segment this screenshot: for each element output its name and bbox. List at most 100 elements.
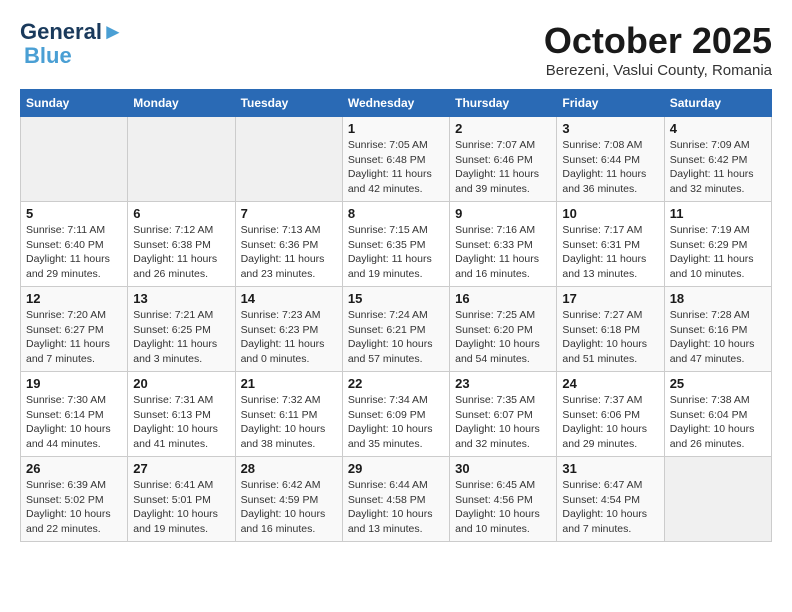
day-info: Sunrise: 7:25 AM Sunset: 6:20 PM Dayligh… [455,308,551,367]
day-info: Sunrise: 7:30 AM Sunset: 6:14 PM Dayligh… [26,393,122,452]
day-number: 4 [670,121,766,136]
logo-subtext: Blue [24,44,124,68]
calendar-cell: 27 Sunrise: 6:41 AM Sunset: 5:01 PM Dayli… [128,457,235,542]
calendar-cell: 21Sunrise: 7:32 AM Sunset: 6:11 PM Dayli… [235,372,342,457]
week-row-4: 19 Sunrise: 7:30 AM Sunset: 6:14 PM Dayli… [21,372,772,457]
weekday-header-row: SundayMondayTuesdayWednesdayThursdayFrid… [21,90,772,117]
day-info: Sunrise: 7:11 AM Sunset: 6:40 PM Dayligh… [26,223,122,282]
day-info: Sunrise: 7:31 AM Sunset: 6:13 PM Dayligh… [133,393,229,452]
calendar-cell: 30Sunrise: 6:45 AM Sunset: 4:56 PM Dayli… [450,457,557,542]
calendar-cell: 24 Sunrise: 7:37 AM Sunset: 6:06 PM Dayli… [557,372,664,457]
day-info: Sunrise: 6:41 AM Sunset: 5:01 PM Dayligh… [133,478,229,537]
calendar-cell: 16 Sunrise: 7:25 AM Sunset: 6:20 PM Dayli… [450,287,557,372]
weekday-header-monday: Monday [128,90,235,117]
day-info: Sunrise: 7:15 AM Sunset: 6:35 PM Dayligh… [348,223,444,282]
day-number: 24 [562,376,658,391]
day-info: Sunrise: 7:08 AM Sunset: 6:44 PM Dayligh… [562,138,658,197]
calendar-table: SundayMondayTuesdayWednesdayThursdayFrid… [20,89,772,542]
day-info: Sunrise: 7:05 AM Sunset: 6:48 PM Dayligh… [348,138,444,197]
calendar-cell: 31Sunrise: 6:47 AM Sunset: 4:54 PM Dayli… [557,457,664,542]
day-info: Sunrise: 7:09 AM Sunset: 6:42 PM Dayligh… [670,138,766,197]
calendar-cell: 9Sunrise: 7:16 AM Sunset: 6:33 PM Daylig… [450,202,557,287]
calendar-cell: 26 Sunrise: 6:39 AM Sunset: 5:02 PM Dayli… [21,457,128,542]
calendar-cell: 15 Sunrise: 7:24 AM Sunset: 6:21 PM Dayli… [342,287,449,372]
day-number: 28 [241,461,337,476]
day-number: 6 [133,206,229,221]
calendar-cell: 10Sunrise: 7:17 AM Sunset: 6:31 PM Dayli… [557,202,664,287]
calendar-cell: 17 Sunrise: 7:27 AM Sunset: 6:18 PM Dayli… [557,287,664,372]
calendar-cell: 1 Sunrise: 7:05 AM Sunset: 6:48 PM Daylig… [342,117,449,202]
day-info: Sunrise: 7:37 AM Sunset: 6:06 PM Dayligh… [562,393,658,452]
day-info: Sunrise: 6:39 AM Sunset: 5:02 PM Dayligh… [26,478,122,537]
day-number: 31 [562,461,658,476]
day-info: Sunrise: 7:12 AM Sunset: 6:38 PM Dayligh… [133,223,229,282]
day-number: 3 [562,121,658,136]
day-number: 2 [455,121,551,136]
day-info: Sunrise: 7:34 AM Sunset: 6:09 PM Dayligh… [348,393,444,452]
calendar-cell: 5 Sunrise: 7:11 AM Sunset: 6:40 PM Daylig… [21,202,128,287]
day-info: Sunrise: 7:24 AM Sunset: 6:21 PM Dayligh… [348,308,444,367]
weekday-header-friday: Friday [557,90,664,117]
day-info: Sunrise: 6:44 AM Sunset: 4:58 PM Dayligh… [348,478,444,537]
day-info: Sunrise: 7:27 AM Sunset: 6:18 PM Dayligh… [562,308,658,367]
weekday-header-thursday: Thursday [450,90,557,117]
day-number: 13 [133,291,229,306]
day-info: Sunrise: 6:45 AM Sunset: 4:56 PM Dayligh… [455,478,551,537]
week-row-5: 26 Sunrise: 6:39 AM Sunset: 5:02 PM Dayli… [21,457,772,542]
calendar-cell: 19 Sunrise: 7:30 AM Sunset: 6:14 PM Dayli… [21,372,128,457]
page-header: General► Blue October 2025 Berezeni, Vas… [20,20,772,79]
calendar-cell [128,117,235,202]
day-info: Sunrise: 7:17 AM Sunset: 6:31 PM Dayligh… [562,223,658,282]
day-number: 26 [26,461,122,476]
week-row-1: 1 Sunrise: 7:05 AM Sunset: 6:48 PM Daylig… [21,117,772,202]
calendar-cell: 7Sunrise: 7:13 AM Sunset: 6:36 PM Daylig… [235,202,342,287]
calendar-cell: 4 Sunrise: 7:09 AM Sunset: 6:42 PM Daylig… [664,117,771,202]
calendar-cell: 11Sunrise: 7:19 AM Sunset: 6:29 PM Dayli… [664,202,771,287]
day-info: Sunrise: 7:19 AM Sunset: 6:29 PM Dayligh… [670,223,766,282]
day-number: 5 [26,206,122,221]
calendar-cell: 28 Sunrise: 6:42 AM Sunset: 4:59 PM Dayli… [235,457,342,542]
day-info: Sunrise: 7:23 AM Sunset: 6:23 PM Dayligh… [241,308,337,367]
day-number: 7 [241,206,337,221]
calendar-cell: 18 Sunrise: 7:28 AM Sunset: 6:16 PM Dayli… [664,287,771,372]
day-number: 1 [348,121,444,136]
day-number: 12 [26,291,122,306]
day-number: 16 [455,291,551,306]
weekday-header-saturday: Saturday [664,90,771,117]
day-number: 19 [26,376,122,391]
week-row-2: 5 Sunrise: 7:11 AM Sunset: 6:40 PM Daylig… [21,202,772,287]
calendar-cell: 2 Sunrise: 7:07 AM Sunset: 6:46 PM Daylig… [450,117,557,202]
day-number: 8 [348,206,444,221]
calendar-cell: 29 Sunrise: 6:44 AM Sunset: 4:58 PM Dayli… [342,457,449,542]
location-subtitle: Berezeni, Vaslui County, Romania [544,62,772,79]
day-info: Sunrise: 7:20 AM Sunset: 6:27 PM Dayligh… [26,308,122,367]
day-info: Sunrise: 7:21 AM Sunset: 6:25 PM Dayligh… [133,308,229,367]
day-number: 20 [133,376,229,391]
day-number: 27 [133,461,229,476]
weekday-header-sunday: Sunday [21,90,128,117]
week-row-3: 12 Sunrise: 7:20 AM Sunset: 6:27 PM Dayli… [21,287,772,372]
calendar-cell: 13 Sunrise: 7:21 AM Sunset: 6:25 PM Dayli… [128,287,235,372]
day-number: 21 [241,376,337,391]
day-number: 14 [241,291,337,306]
day-number: 25 [670,376,766,391]
day-number: 17 [562,291,658,306]
day-info: Sunrise: 7:07 AM Sunset: 6:46 PM Dayligh… [455,138,551,197]
day-number: 22 [348,376,444,391]
calendar-cell: 23Sunrise: 7:35 AM Sunset: 6:07 PM Dayli… [450,372,557,457]
day-info: Sunrise: 6:42 AM Sunset: 4:59 PM Dayligh… [241,478,337,537]
logo: General► Blue [20,20,124,68]
calendar-cell: 25Sunrise: 7:38 AM Sunset: 6:04 PM Dayli… [664,372,771,457]
logo-text: General► [20,20,124,44]
day-number: 18 [670,291,766,306]
calendar-cell [21,117,128,202]
calendar-cell: 3 Sunrise: 7:08 AM Sunset: 6:44 PM Daylig… [557,117,664,202]
calendar-cell [664,457,771,542]
day-number: 29 [348,461,444,476]
calendar-cell: 6 Sunrise: 7:12 AM Sunset: 6:38 PM Daylig… [128,202,235,287]
calendar-cell [235,117,342,202]
day-info: Sunrise: 7:16 AM Sunset: 6:33 PM Dayligh… [455,223,551,282]
day-info: Sunrise: 7:28 AM Sunset: 6:16 PM Dayligh… [670,308,766,367]
day-number: 15 [348,291,444,306]
calendar-cell: 22 Sunrise: 7:34 AM Sunset: 6:09 PM Dayli… [342,372,449,457]
